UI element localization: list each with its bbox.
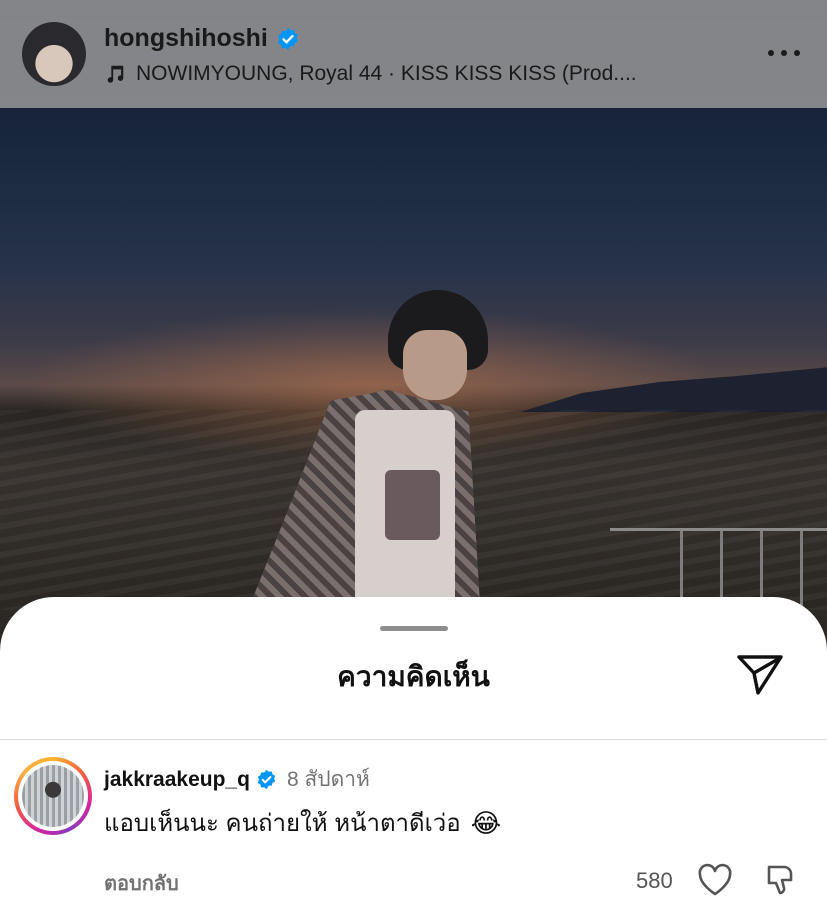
comment-username[interactable]: jakkraakeup_q <box>104 768 250 792</box>
divider <box>0 739 827 740</box>
like-count: 580 <box>636 868 673 893</box>
music-note-icon <box>107 65 124 83</box>
post-header: hongshihoshi NOWIMYOUNG, Royal 44 · KISS… <box>0 0 827 108</box>
reply-button[interactable]: ตอบกลับ <box>104 867 179 899</box>
heart-icon[interactable] <box>697 863 733 897</box>
comment-body: แอบเห็นนะ คนถ่ายให้ หน้าตาดีเว่อ <box>104 810 461 837</box>
more-dot <box>794 50 800 56</box>
music-text: NOWIMYOUNG, Royal 44 · KISS KISS KISS (P… <box>136 62 637 85</box>
music-info[interactable]: NOWIMYOUNG, Royal 44 · KISS KISS KISS (P… <box>104 62 637 86</box>
more-dot <box>768 50 774 56</box>
username-text: hongshihoshi <box>104 24 268 52</box>
dislike-icon[interactable] <box>764 863 796 897</box>
sheet-title: ความคิดเห็น <box>337 661 490 692</box>
background-hills <box>520 367 827 412</box>
sheet-drag-handle[interactable] <box>380 626 448 631</box>
more-options-button[interactable] <box>764 40 804 66</box>
post-username[interactable]: hongshihoshi <box>104 24 300 53</box>
person-tee-print <box>385 470 440 540</box>
profile-avatar[interactable] <box>22 22 86 86</box>
laughing-emoji: 😂 <box>470 807 502 838</box>
comment-avatar[interactable] <box>14 757 92 835</box>
background-fence <box>610 528 827 611</box>
more-dot <box>781 50 787 56</box>
person-face <box>403 330 467 400</box>
comment-timestamp: 8 สัปดาห์ <box>286 768 370 791</box>
send-icon[interactable] <box>736 654 784 696</box>
comment-text: แอบเห็นนะ คนถ่ายให้ หน้าตาดีเว่อ 😂 <box>104 803 501 842</box>
verified-badge-icon <box>277 27 298 50</box>
verified-badge-icon <box>257 769 276 790</box>
comments-sheet: ความคิดเห็น jakkraakeup_q 8 สัปดาห์ แอบเ… <box>0 597 827 914</box>
comment-header: jakkraakeup_q 8 สัปดาห์ <box>104 763 370 796</box>
